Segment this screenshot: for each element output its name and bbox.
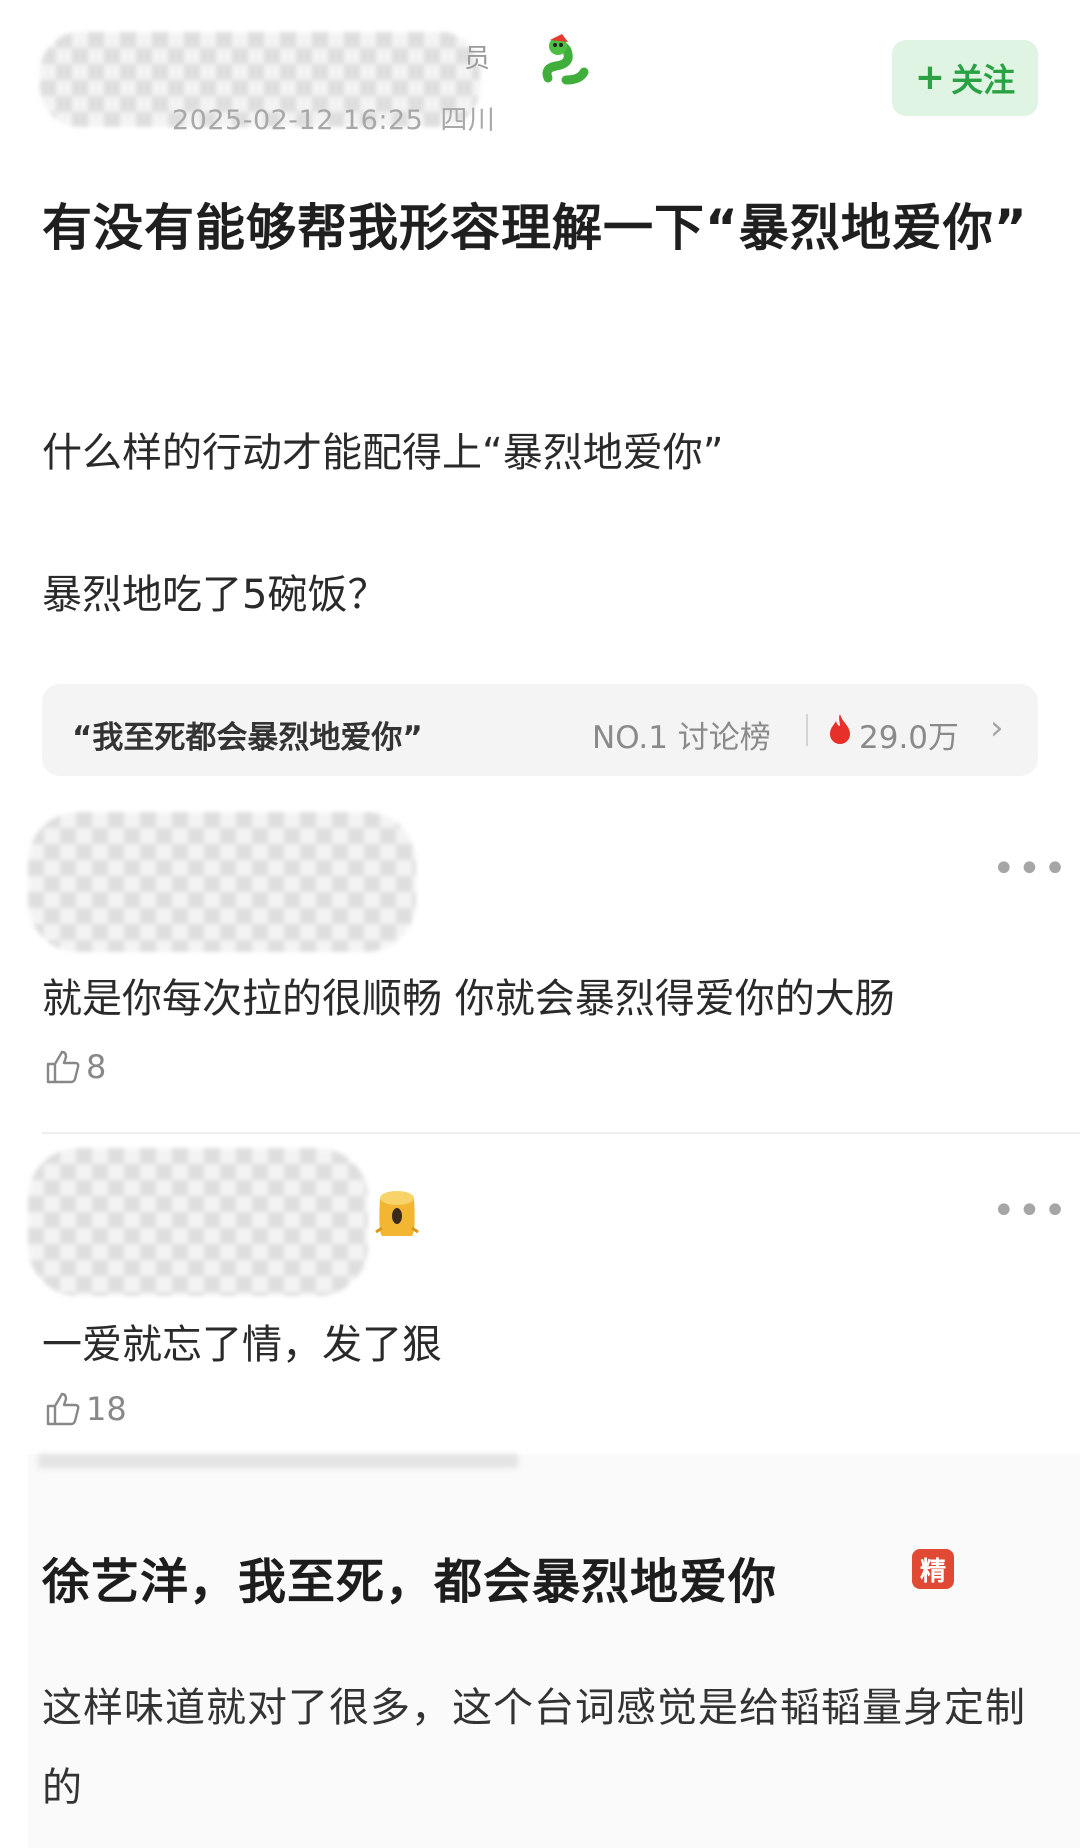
post-timestamp: 2025-02-12 16:25 (172, 105, 424, 136)
topic-heat: 29.0万 (859, 720, 960, 756)
follow-button[interactable]: + 关注 (892, 40, 1038, 116)
stump-sticker-icon (375, 1191, 419, 1236)
commenter-avatar-name-blurred[interactable] (28, 1148, 368, 1296)
commenter-avatar-name-blurred[interactable] (28, 812, 416, 952)
featured-badge: 精 (912, 1549, 954, 1589)
thumbs-up-icon (46, 1392, 80, 1426)
like-count: 8 (86, 1048, 107, 1086)
like-count: 18 (86, 1390, 127, 1428)
post-location: 四川 (440, 105, 496, 136)
post-meta: 2025-02-12 16:25 四川 (172, 98, 495, 137)
member-badge-text: 员 (464, 44, 491, 74)
more-options-icon[interactable]: ••• (992, 1188, 1069, 1234)
embedded-body: 这样味道就对了很多，这个台词感觉是给韬韬量身定制的 (42, 1685, 1026, 1811)
embedded-title: 徐艺洋，我至死，都会暴烈地爱你 (42, 1554, 778, 1610)
divider (42, 1132, 1080, 1134)
chevron-right-icon: › (990, 708, 1004, 748)
fire-icon (830, 714, 850, 744)
like-button[interactable]: 8 (44, 1048, 106, 1086)
topic-rank: NO.1 讨论榜 (592, 720, 771, 756)
embedded-screenshot: 徐艺洋，我至死，都会暴烈地爱你 精 这样味道就对了很多，这个台词感觉是给韬韬量身… (28, 1454, 1080, 1848)
topic-card[interactable]: “我至死都会暴烈地爱你” NO.1 讨论榜 29.0万 › (42, 684, 1038, 776)
comment-text: 就是你每次拉的很顺畅 你就会暴烈得爱你的大肠 (42, 976, 895, 1022)
thumbs-up-icon (46, 1050, 80, 1084)
post-title: 有没有能够帮我形容理解一下“暴烈地爱你” (42, 199, 1028, 257)
snake-sticker-icon (542, 34, 589, 85)
divider (806, 714, 808, 746)
post-paragraph: 什么样的行动才能配得上“暴烈地爱你” (42, 430, 724, 476)
post-paragraph: 暴烈地吃了5碗饭？ (42, 572, 388, 618)
topic-title: “我至死都会暴烈地爱你” (72, 720, 423, 756)
comment-text: 一爱就忘了情，发了狠 (42, 1322, 442, 1368)
more-options-icon[interactable]: ••• (992, 846, 1069, 892)
follow-label: 关注 (951, 61, 1016, 99)
blurred-strip (38, 1454, 518, 1468)
plus-icon: + (914, 57, 946, 98)
like-button[interactable]: 18 (44, 1390, 127, 1428)
